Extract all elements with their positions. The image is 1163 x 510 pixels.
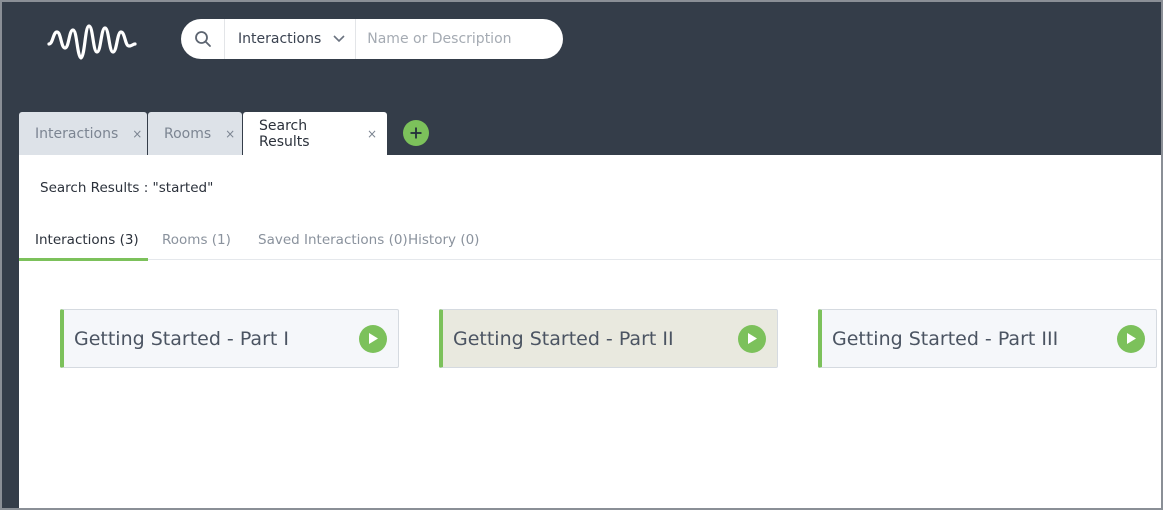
result-subtabs: Interactions (3) Rooms (1) Saved Interac… xyxy=(19,219,1161,261)
play-icon xyxy=(369,333,378,344)
tab-search-results[interactable]: Search Results × xyxy=(243,112,387,155)
tab-label: Search Results xyxy=(259,117,310,150)
subtab-interactions[interactable]: Interactions (3) xyxy=(19,219,148,261)
interaction-card[interactable]: Getting Started - Part I xyxy=(60,309,399,368)
waveform-logo-icon[interactable] xyxy=(46,22,138,62)
interaction-card[interactable]: Getting Started - Part III xyxy=(818,309,1157,368)
subtab-history[interactable]: History (0) xyxy=(408,219,498,260)
subtab-rooms[interactable]: Rooms (1) xyxy=(148,219,258,260)
card-title: Getting Started - Part III xyxy=(832,327,1059,350)
card-title: Getting Started - Part II xyxy=(453,327,674,350)
chevron-down-icon xyxy=(333,35,345,43)
tab-label: Rooms xyxy=(164,125,212,142)
plus-icon xyxy=(410,127,422,139)
add-tab-button[interactable] xyxy=(403,120,429,146)
interaction-card[interactable]: Getting Started - Part II xyxy=(439,309,778,368)
play-button[interactable] xyxy=(738,324,766,353)
subtab-saved-interactions[interactable]: Saved Interactions (0) xyxy=(258,219,408,260)
play-icon xyxy=(1127,333,1136,344)
tab-bar: Interactions × Rooms × Search Results × xyxy=(19,112,429,155)
tab-rooms[interactable]: Rooms × xyxy=(148,112,242,155)
page-title: Search Results : "started" xyxy=(40,180,214,196)
play-icon xyxy=(748,333,757,344)
search-scope-dropdown[interactable]: Interactions xyxy=(225,19,357,59)
close-icon[interactable]: × xyxy=(132,127,142,141)
tab-interactions[interactable]: Interactions × xyxy=(19,112,147,155)
search-bar: Interactions xyxy=(181,19,563,59)
play-button[interactable] xyxy=(1117,324,1145,353)
play-button[interactable] xyxy=(359,324,387,353)
tab-label: Interactions xyxy=(35,125,119,142)
close-icon[interactable]: × xyxy=(367,127,377,141)
search-input[interactable] xyxy=(356,31,547,47)
close-icon[interactable]: × xyxy=(225,127,235,141)
card-title: Getting Started - Part I xyxy=(74,327,289,350)
search-scope-label: Interactions xyxy=(238,31,322,47)
search-icon[interactable] xyxy=(181,19,225,59)
main-content: Search Results : "started" Interactions … xyxy=(19,155,1161,508)
